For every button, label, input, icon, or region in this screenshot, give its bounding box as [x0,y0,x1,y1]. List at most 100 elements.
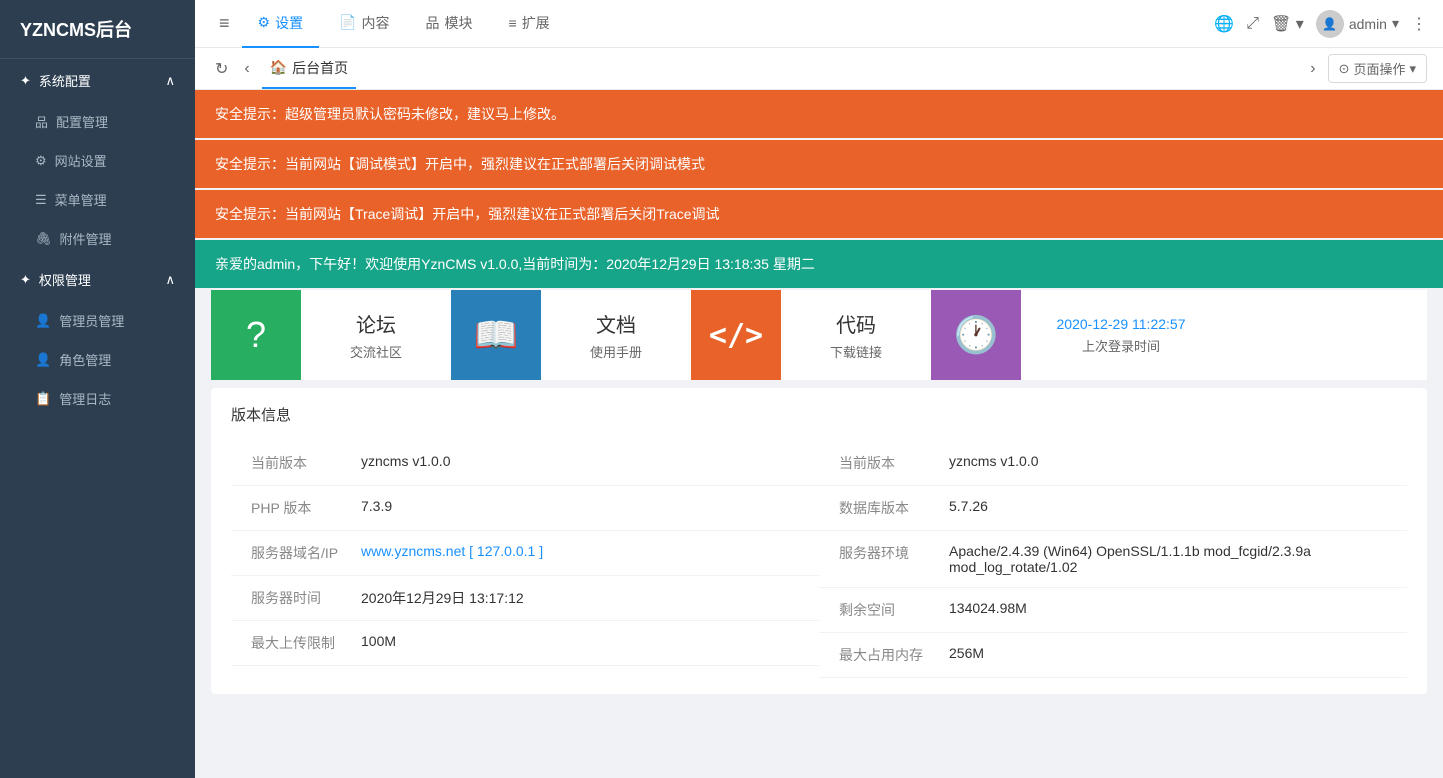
content-icon: 📄 [339,14,356,31]
book-icon: 📖 [474,314,519,356]
sidebar-section-permission[interactable]: ✦ 权限管理 ∧ [0,258,195,301]
tab-content-label: 内容 [362,13,390,33]
version-row: 最大占用内存 256M [819,633,1407,678]
chevron-up-icon: ∧ [165,73,175,89]
delete-icon[interactable]: 🗑 ▾ [1271,14,1304,34]
quick-link-docs-text[interactable]: 文档 使用手册 [541,290,691,380]
extensions-icon: ≡ [509,15,517,31]
home-icon: 🏠 [270,59,287,76]
hamburger-icon[interactable]: ≡ [211,9,238,38]
welcome-banner: 亲爱的admin，下午好！欢迎使用YznCMS v1.0.0,当前时间为：202… [195,240,1443,288]
quick-link-code-text[interactable]: 代码 下载链接 [781,290,931,380]
admin-button[interactable]: 👤 admin ▾ [1316,10,1399,38]
version-value: Apache/2.4.39 (Win64) OpenSSL/1.1.1b mod… [949,543,1407,575]
quick-links-wrapper: ? 论坛 交流社区 📖 文档 使用手册 </> 代码 下载链接 [211,290,1427,380]
version-row: 服务器时间 2020年12月29日 13:17:12 [231,576,819,621]
version-value: 134024.98M [949,600,1027,620]
quick-link-code-icon[interactable]: </> [691,290,781,380]
last-login-label: 上次登录时间 [1082,336,1160,355]
quick-link-docs-icon[interactable]: 📖 [451,290,541,380]
version-label: 服务器环境 [819,543,949,575]
version-value: 2020年12月29日 13:17:12 [361,588,524,608]
user-icon: ✦ [20,272,31,288]
globe-icon[interactable]: 🌐 [1214,14,1234,34]
sidebar-section-label-system: 系统配置 [39,71,91,90]
sidebar-item-role-mgmt[interactable]: 👤 角色管理 [0,340,195,379]
sidebar-item-config-mgmt[interactable]: 品 配置管理 [0,102,195,141]
alert-banner-3: 安全提示：当前网站【Trace调试】开启中，强烈建议在正式部署后关闭Trace调… [195,190,1443,238]
breadcrumb-label: 后台首页 [292,58,348,78]
avatar: 👤 [1316,10,1344,38]
refresh-icon[interactable]: ↻ [211,55,232,83]
version-value: 100M [361,633,396,653]
more-icon[interactable]: ⋮ [1411,14,1427,34]
tab-modules[interactable]: 品 模块 [410,0,489,48]
site-icon: ⚙ [35,153,47,169]
sidebar-item-site-settings[interactable]: ⚙ 网站设置 [0,141,195,180]
version-value: 7.3.9 [361,498,392,518]
forward-icon[interactable]: › [1306,56,1319,82]
version-section-title: 版本信息 [231,404,1407,425]
version-left-col: 当前版本 yzncms v1.0.0 PHP 版本 7.3.9 服务器域名/IP… [231,441,819,678]
alert-banner-2: 安全提示：当前网站【调试模式】开启中，强烈建议在正式部署后关闭调试模式 [195,140,1443,188]
settings-icon: ⚙ [258,14,271,31]
forum-label: 论坛 [356,309,396,338]
code-icon: </> [709,318,763,353]
gear-icon: ✦ [20,73,31,89]
top-nav: ≡ ⚙ 设置 📄 内容 品 模块 ≡ 扩展 🌐 ⤢ 🗑 ▾ 👤 admin ▾ … [195,0,1443,48]
version-label: PHP 版本 [231,498,361,518]
page-action-dropdown-icon: ▾ [1409,61,1416,77]
sidebar-item-admin-log[interactable]: 📋 管理日志 [0,379,195,418]
attach-icon: 🖇 [35,231,52,247]
page-action-label: 页面操作 [1353,59,1405,78]
quick-link-forum-icon[interactable]: ? [211,290,301,380]
tab-extensions[interactable]: ≡ 扩展 [493,0,566,48]
sidebar-logo: YZNCMS后台 [0,0,195,59]
version-label: 当前版本 [231,453,361,473]
last-login-datetime: 2020-12-29 11:22:57 [1057,316,1186,332]
sidebar-item-label: 配置管理 [56,112,108,131]
version-row: 服务器环境 Apache/2.4.39 (Win64) OpenSSL/1.1.… [819,531,1407,588]
version-row: PHP 版本 7.3.9 [231,486,819,531]
question-icon: ? [246,314,266,356]
breadcrumb-bar: ↻ ‹ 🏠 后台首页 › ⊙ 页面操作 ▾ [195,48,1443,90]
sidebar-item-label: 角色管理 [59,350,111,369]
role-icon: 👤 [35,352,51,368]
version-section: 版本信息 当前版本 yzncms v1.0.0 PHP 版本 7.3.9 服务器… [211,388,1427,694]
admin-icon: 👤 [35,313,51,329]
version-row: 最大上传限制 100M [231,621,819,666]
clock-icon: 🕐 [954,314,999,356]
sidebar-item-label: 管理员管理 [59,311,124,330]
sidebar-item-menu-mgmt[interactable]: ☰ 菜单管理 [0,180,195,219]
chevron-up-icon-2: ∧ [165,272,175,288]
dropdown-arrow-icon: ▾ [1392,15,1399,32]
sidebar-item-label: 管理日志 [59,389,111,408]
content-area: 安全提示：超级管理员默认密码未修改，建议马上修改。 安全提示：当前网站【调试模式… [195,90,1443,778]
modules-icon: 品 [426,13,440,33]
version-value-link[interactable]: www.yzncms.net [ 127.0.0.1 ] [361,543,543,563]
top-nav-right: 🌐 ⤢ 🗑 ▾ 👤 admin ▾ ⋮ [1214,10,1427,38]
breadcrumb: 🏠 后台首页 [262,48,356,89]
sidebar-item-attach-mgmt[interactable]: 🖇 附件管理 [0,219,195,258]
page-action-button[interactable]: ⊙ 页面操作 ▾ [1328,54,1427,83]
forum-sublabel: 交流社区 [350,342,402,361]
version-label: 当前版本 [819,453,949,473]
back-icon[interactable]: ‹ [240,56,253,82]
sidebar-section-system-config[interactable]: ✦ 系统配置 ∧ [0,59,195,102]
expand-icon[interactable]: ⤢ [1246,15,1259,33]
config-icon: 品 [35,112,48,131]
menu-icon: ☰ [35,192,47,208]
version-row: 服务器域名/IP www.yzncms.net [ 127.0.0.1 ] [231,531,819,576]
version-table: 当前版本 yzncms v1.0.0 PHP 版本 7.3.9 服务器域名/IP… [231,441,1407,678]
sidebar: YZNCMS后台 ✦ 系统配置 ∧ 品 配置管理 ⚙ 网站设置 ☰ 菜单管理 🖇… [0,0,195,778]
tab-settings[interactable]: ⚙ 设置 [242,0,320,48]
tab-extensions-label: 扩展 [522,13,550,33]
tab-content[interactable]: 📄 内容 [323,0,405,48]
version-value: 5.7.26 [949,498,988,518]
sidebar-item-label: 附件管理 [60,229,112,248]
docs-sublabel: 使用手册 [590,342,642,361]
sidebar-item-admin-mgmt[interactable]: 👤 管理员管理 [0,301,195,340]
version-label: 剩余空间 [819,600,949,620]
tab-settings-label: 设置 [275,13,303,33]
quick-link-forum-text[interactable]: 论坛 交流社区 [301,290,451,380]
